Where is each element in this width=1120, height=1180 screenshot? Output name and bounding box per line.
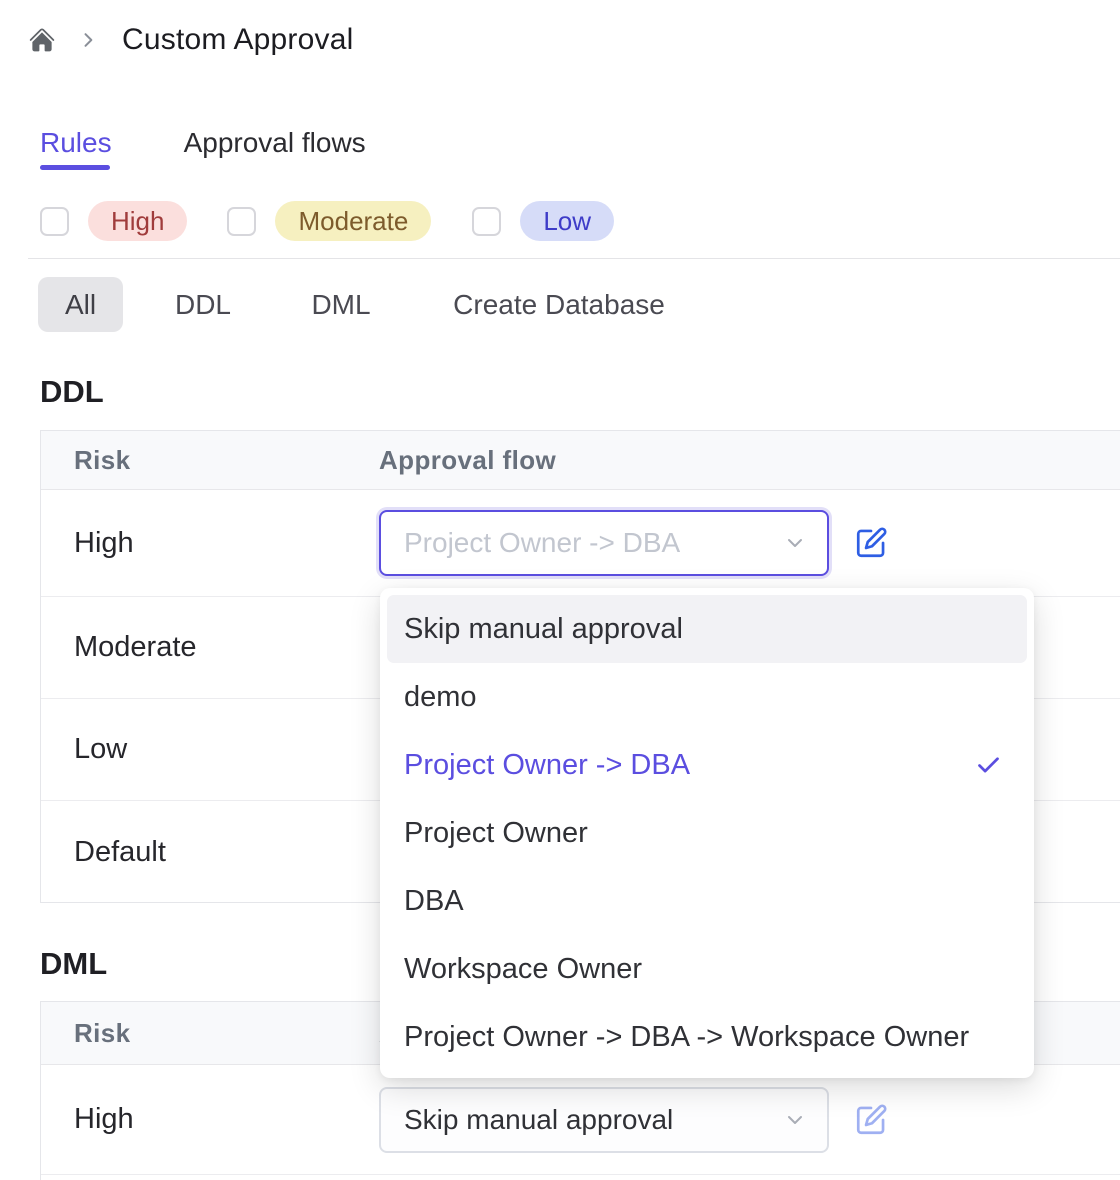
custom-approval-page: Custom Approval Rules Approval flows Hig… — [0, 0, 1120, 1180]
column-header-risk: Risk — [41, 1018, 379, 1049]
risk-cell: High — [41, 1103, 379, 1136]
category-filter-row: All DDL DML Create Database — [0, 277, 1120, 332]
section-heading-ddl: DDL — [40, 374, 104, 410]
approval-flow-select[interactable]: Project Owner -> DBA — [379, 510, 829, 576]
risk-filter-row: High Moderate Low — [40, 201, 614, 241]
risk-checkbox-moderate[interactable] — [227, 207, 256, 236]
home-icon[interactable] — [28, 26, 56, 54]
active-tab-indicator — [40, 165, 110, 170]
dropdown-item[interactable]: Skip manual approval — [387, 595, 1027, 663]
page-title: Custom Approval — [122, 23, 353, 57]
risk-badge-high: High — [88, 201, 187, 241]
approval-flow-select[interactable]: Skip manual approval — [379, 1087, 829, 1153]
risk-cell: Low — [41, 733, 379, 766]
tab-approval-flows-label: Approval flows — [184, 127, 366, 158]
risk-cell: Default — [41, 836, 379, 869]
dropdown-item[interactable]: Project Owner -> DBA — [387, 731, 1027, 799]
section-heading-dml: DML — [40, 946, 107, 982]
dropdown-item[interactable]: demo — [387, 663, 1027, 731]
risk-filter-high: High — [40, 201, 187, 241]
check-icon — [975, 752, 1002, 779]
risk-filter-low: Low — [472, 201, 614, 241]
chevron-right-icon — [78, 30, 98, 50]
filter-all-button[interactable]: All — [38, 277, 123, 332]
edit-flow-button[interactable] — [853, 525, 889, 561]
risk-cell: High — [41, 527, 379, 560]
breadcrumb: Custom Approval — [28, 22, 353, 58]
tab-rules[interactable]: Rules — [40, 124, 112, 172]
dropdown-item[interactable]: Workspace Owner — [387, 935, 1027, 1003]
risk-badge-low: Low — [520, 201, 614, 241]
dropdown-item[interactable]: Project Owner -> DBA -> Workspace Owner — [387, 1003, 1027, 1071]
risk-filter-moderate: Moderate — [227, 201, 431, 241]
column-header-approval-flow: Approval flow — [379, 445, 1120, 476]
filter-ddl-button[interactable]: DDL — [162, 277, 244, 332]
filter-create-database-button[interactable]: Create Database — [446, 277, 672, 332]
select-value: Skip manual approval — [404, 1104, 673, 1136]
dropdown-item[interactable]: DBA — [387, 867, 1027, 935]
tab-approval-flows[interactable]: Approval flows — [184, 124, 366, 172]
dropdown-item[interactable]: Project Owner — [387, 799, 1027, 867]
risk-checkbox-high[interactable] — [40, 207, 69, 236]
column-header-risk: Risk — [41, 445, 379, 476]
risk-badge-moderate: Moderate — [275, 201, 431, 241]
filter-dml-button[interactable]: DML — [300, 277, 382, 332]
risk-cell: Moderate — [41, 631, 379, 664]
divider — [28, 258, 1120, 259]
table-header-row: Risk Approval flow — [41, 431, 1120, 490]
risk-checkbox-low[interactable] — [472, 207, 501, 236]
dropdown-item-label: Project Owner -> DBA — [404, 731, 690, 799]
edit-flow-button[interactable] — [853, 1102, 889, 1138]
approval-flow-cell: Project Owner -> DBA — [379, 510, 1120, 576]
approval-flow-dropdown-menu: Skip manual approval demo Project Owner … — [380, 588, 1034, 1078]
chevron-down-icon — [783, 1108, 807, 1132]
approval-flow-cell: Skip manual approval — [379, 1087, 1120, 1153]
chevron-down-icon — [783, 531, 807, 555]
table-row: High Skip manual approval — [41, 1065, 1120, 1175]
table-row: High Project Owner -> DBA — [41, 490, 1120, 597]
tab-bar: Rules Approval flows — [40, 124, 366, 172]
select-value: Project Owner -> DBA — [404, 527, 680, 559]
tab-rules-label: Rules — [40, 127, 112, 158]
